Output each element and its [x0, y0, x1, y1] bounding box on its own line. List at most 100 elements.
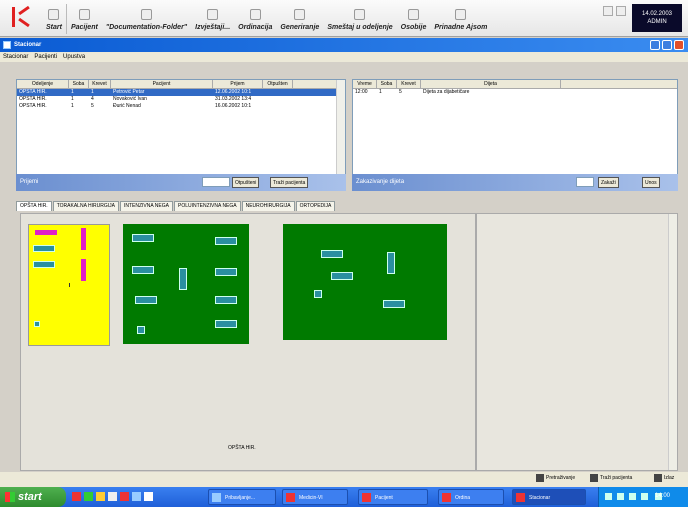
bed-free[interactable] [321, 250, 343, 258]
unos-button[interactable]: Unos [642, 177, 660, 188]
quicklaunch-icon[interactable] [108, 492, 117, 501]
pretrazivanje-button[interactable]: Pretraživanje [536, 474, 575, 482]
toolbar-generiranje-button[interactable]: Generiranje [276, 0, 323, 37]
task-button[interactable]: Pacijent [358, 489, 428, 505]
tab-neurohirurgija[interactable]: NEUROHIRURGIJA [241, 201, 295, 211]
bed-occupied[interactable] [81, 259, 86, 281]
tray-icon[interactable] [629, 493, 636, 500]
menu-pacijenti[interactable]: Pacijenti [34, 54, 57, 62]
tab-poluintenzivna-nega[interactable]: POLUINTENZIVNA NEGA [173, 201, 241, 211]
quicklaunch-icon[interactable] [96, 492, 105, 501]
toolbar-osobije-button[interactable]: Osobije [397, 0, 431, 37]
tray-icon[interactable] [617, 493, 624, 500]
bed-free[interactable] [33, 245, 55, 252]
diet-filter-input[interactable] [576, 177, 594, 187]
col-soba[interactable]: Soba [69, 80, 89, 88]
bed-occupied[interactable] [81, 228, 86, 250]
col-krevet[interactable]: Krevet [397, 80, 421, 88]
table-row[interactable]: OPŠTA HIR. 1 5 Đurić Nenad 16.06.2002 10… [17, 103, 345, 110]
col-odeljenje[interactable]: Odeljenje [17, 80, 69, 88]
table-row[interactable]: OPŠTA HIR. 1 4 Novaković Ivan 31.03.2002… [17, 96, 345, 103]
window-icon [3, 41, 11, 49]
start-button[interactable]: start [0, 487, 66, 507]
dropdown-icon[interactable] [616, 6, 626, 16]
trazi-pacijenta-bottom-button[interactable]: Traži pacijenta [590, 474, 632, 482]
bed-free[interactable] [215, 320, 237, 328]
room-2[interactable] [123, 224, 249, 344]
bed-free[interactable] [132, 234, 154, 242]
app-icon [442, 493, 451, 502]
bed-free[interactable] [132, 266, 154, 274]
admissions-filter-input[interactable] [202, 177, 230, 187]
menu-stacionar[interactable]: Stacionar [3, 54, 28, 62]
quicklaunch-icon[interactable] [144, 492, 153, 501]
taskbar: start Pribavljanje... Medicin-VI Pacijen… [0, 487, 688, 507]
toolbar-documentation-button[interactable]: "Documentation-Folder" [102, 0, 191, 37]
room-1[interactable] [28, 224, 110, 346]
toolbar-ordinacija-button[interactable]: Ordinacija [234, 0, 276, 37]
help-icon[interactable] [603, 6, 613, 16]
admissions-grid-header: Odeljenje Soba Krevet Pacijent Prijem Ot… [17, 80, 345, 89]
admissions-grid: Odeljenje Soba Krevet Pacijent Prijem Ot… [16, 79, 346, 189]
table-row[interactable]: OPŠTA HIR. 1 1 Petrović Petar 12.06.2002… [17, 89, 345, 96]
minimize-icon[interactable] [650, 40, 660, 50]
quicklaunch-icon[interactable] [72, 492, 81, 501]
app-icon [362, 493, 371, 502]
detail-vscrollbar[interactable] [668, 214, 677, 470]
quicklaunch-icon[interactable] [84, 492, 93, 501]
izlaz-button[interactable]: Izlaz [654, 474, 674, 482]
diet-status-bar: Zakazivanje dijeta Zakaži Unos [352, 174, 678, 191]
tray-icon[interactable] [605, 493, 612, 500]
toolbar-start-button[interactable]: Start [42, 0, 66, 37]
col-dijeta[interactable]: Dijeta [421, 80, 561, 88]
task-button[interactable]: Medicin-VI [282, 489, 348, 505]
close-icon[interactable] [674, 40, 684, 50]
bed-free[interactable] [331, 272, 353, 280]
menu-upustva[interactable]: Upustva [63, 54, 85, 62]
tab-intenzivna-nega[interactable]: INTENZIVNA NEGA [119, 201, 173, 211]
col-krevet[interactable]: Krevet [89, 80, 111, 88]
admissions-label: Prijemi [20, 179, 39, 185]
app-toolbar: Start Pacijent "Documentation-Folder" Iz… [0, 0, 688, 37]
menu-bar: Stacionar Pacijenti Upustva [0, 52, 688, 62]
bed-free[interactable] [179, 268, 187, 290]
trazi-pacijenta-button[interactable]: Traži pacijenta [270, 177, 309, 188]
col-otpusten[interactable]: Otpušten [263, 80, 293, 88]
quicklaunch-icon[interactable] [132, 492, 141, 501]
col-pacijent[interactable]: Pacijent [111, 80, 213, 88]
col-prijem[interactable]: Prijem [213, 80, 263, 88]
otpusteni-button[interactable]: Otpušteni [232, 177, 260, 188]
tray-icon[interactable] [641, 493, 648, 500]
tab-opsta-hir[interactable]: OPŠTA HIR. [16, 201, 52, 211]
maximize-icon[interactable] [662, 40, 672, 50]
tray-clock: 14:00 [655, 493, 671, 500]
bed-free[interactable] [215, 268, 237, 276]
toolbar-prinadne-button[interactable]: Prinadne Ajsom [430, 0, 491, 37]
bed-occupied[interactable] [35, 230, 57, 235]
tab-torakalna-hirurgija[interactable]: TORAKALNA HIRURGIJA [52, 201, 119, 211]
toolbar-izvestaji-button[interactable]: Izvještaji... [191, 0, 234, 37]
table-row[interactable]: 12:00 1 5 Dijeta za dijabetičare [353, 89, 677, 96]
room-3[interactable] [283, 224, 447, 340]
bed-free[interactable] [215, 296, 237, 304]
bed-free[interactable] [34, 321, 40, 327]
bed-free[interactable] [33, 261, 55, 268]
bed-free[interactable] [387, 252, 395, 274]
toolbar-pacijent-button[interactable]: Pacijent [67, 0, 102, 37]
col-soba[interactable]: Soba [377, 80, 397, 88]
toolbar-smestaj-button[interactable]: Smeštaj u odeljenje [323, 0, 396, 37]
bed-free[interactable] [314, 290, 322, 298]
task-button[interactable]: Pribavljanje... [208, 489, 276, 505]
bed-free[interactable] [137, 326, 145, 334]
bed-free[interactable] [383, 300, 405, 308]
bed-free[interactable] [135, 296, 157, 304]
task-button[interactable]: Ordina [438, 489, 504, 505]
admissions-vscrollbar[interactable] [336, 80, 345, 188]
quicklaunch-icon[interactable] [120, 492, 129, 501]
bed-free[interactable] [215, 237, 237, 245]
tab-ortopedija[interactable]: ORTOPEDIJA [295, 201, 336, 211]
zakazi-button[interactable]: Zakaži [598, 177, 619, 188]
app-logo [6, 3, 38, 35]
col-vreme[interactable]: Vreme [353, 80, 377, 88]
task-button-active[interactable]: Stacionar [512, 489, 586, 505]
